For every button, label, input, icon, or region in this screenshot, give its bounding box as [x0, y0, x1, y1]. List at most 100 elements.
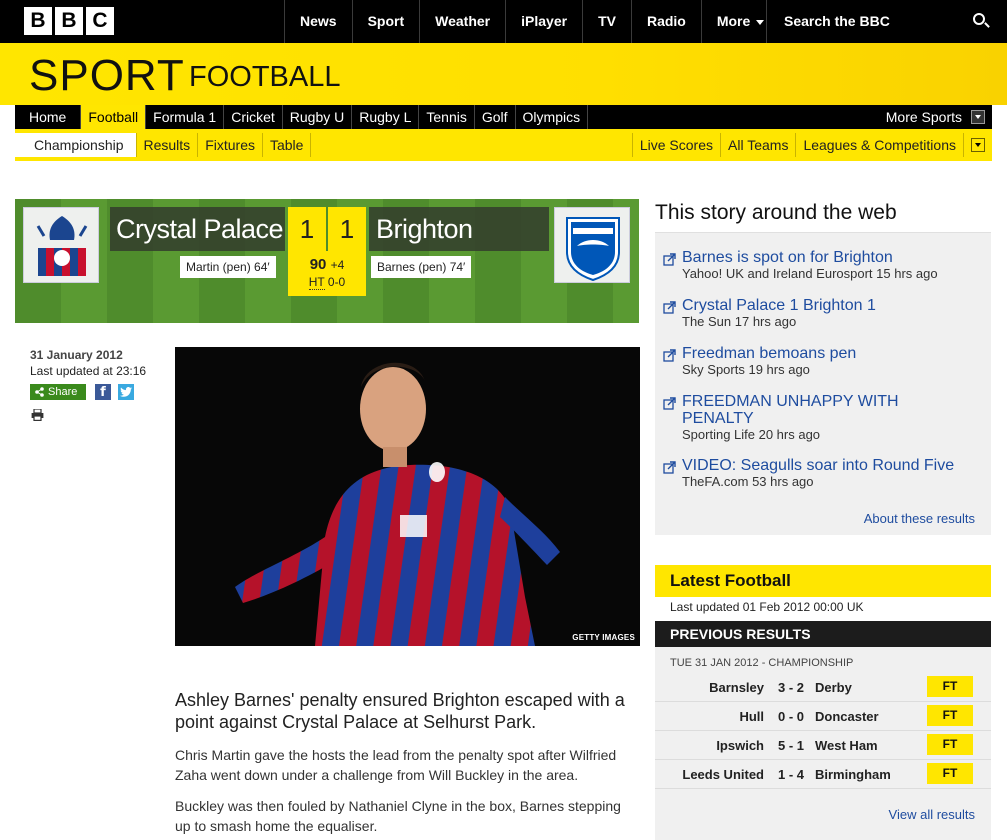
view-all-results-link[interactable]: View all results	[889, 807, 975, 822]
dropdown-arrow-icon[interactable]	[971, 110, 985, 124]
sport-nav-cricket[interactable]: Cricket	[224, 105, 283, 129]
list-item[interactable]: Crystal Palace 1 Brighton 1 The Sun 17 h…	[663, 297, 983, 330]
web-story-link[interactable]: Barnes is spot on for Brighton	[682, 249, 983, 266]
logo-block-3: C	[86, 7, 114, 35]
result-home[interactable]: Barnsley	[709, 680, 764, 695]
sport-nav-olympics[interactable]: Olympics	[516, 105, 589, 129]
subnav-championship[interactable]: Championship	[15, 133, 137, 157]
external-link-icon	[663, 349, 676, 362]
web-story-link[interactable]: FREEDMAN UNHAPPY WITH PENALTY	[682, 393, 922, 427]
nav-radio[interactable]: Radio	[630, 0, 701, 43]
list-item[interactable]: Barnes is spot on for Brighton Yahoo! UK…	[663, 249, 983, 282]
nav-news[interactable]: News	[284, 0, 352, 43]
subnav-live-scores[interactable]: Live Scores	[633, 133, 722, 157]
table-row[interactable]: Barnsley 3 - 2 Derby FT	[655, 673, 991, 702]
about-results-link[interactable]: About these results	[864, 511, 975, 526]
result-score: 0 - 0	[777, 709, 804, 724]
web-stories-title: This story around the web	[655, 201, 897, 224]
nav-iplayer[interactable]: iPlayer	[505, 0, 582, 43]
sport-nav-rugby-league[interactable]: Rugby L	[352, 105, 420, 129]
list-item[interactable]: Freedman bemoans pen Sky Sports 19 hrs a…	[663, 345, 983, 378]
home-scorer: Martin (pen) 64′	[180, 256, 276, 278]
nav-tv[interactable]: TV	[582, 0, 631, 43]
facebook-icon[interactable]: f	[95, 384, 111, 400]
sport-nav-football[interactable]: Football	[81, 105, 147, 129]
nav-weather[interactable]: Weather	[419, 0, 505, 43]
sport-nav-golf[interactable]: Golf	[475, 105, 516, 129]
result-away[interactable]: Doncaster	[815, 709, 879, 724]
share-button[interactable]: Share	[30, 384, 86, 400]
home-team-name[interactable]: Crystal Palace	[110, 207, 285, 251]
web-story-link[interactable]: Freedman bemoans pen	[682, 345, 983, 362]
away-team-name[interactable]: Brighton	[369, 207, 549, 251]
search-placeholder: Search the BBC	[784, 13, 890, 29]
subnav-table[interactable]: Table	[263, 133, 312, 157]
more-sports-label: More Sports	[885, 109, 962, 125]
logo-block-1: B	[24, 7, 52, 35]
competition-heading: TUE 31 JAN 2012 - CHAMPIONSHIP	[670, 657, 854, 669]
match-clock: 90 +4 HT 0-0	[288, 251, 366, 296]
table-row[interactable]: Hull 0 - 0 Doncaster FT	[655, 702, 991, 731]
football-subnav: Championship Results Fixtures Table Live…	[15, 129, 992, 161]
table-row[interactable]: Ipswich 5 - 1 West Ham FT	[655, 731, 991, 760]
sport-nav-formula1[interactable]: Formula 1	[146, 105, 225, 129]
result-score: 5 - 1	[777, 738, 804, 753]
leagues-dropdown-icon[interactable]	[971, 138, 985, 152]
result-home[interactable]: Ipswich	[716, 738, 764, 753]
result-status-badge[interactable]: FT	[927, 734, 973, 755]
previous-results-title: PREVIOUS RESULTS	[655, 621, 991, 647]
top-bar: B B C News Sport Weather iPlayer TV Radi…	[0, 0, 1007, 43]
photo-credit: GETTY IMAGES	[572, 633, 635, 642]
home-crest-icon	[23, 207, 99, 283]
masthead-title[interactable]: SPORT	[29, 51, 185, 101]
away-score: 1	[328, 207, 366, 251]
web-story-source: Yahoo! UK and Ireland Eurosport 15 hrs a…	[682, 266, 938, 281]
sport-nav-tennis[interactable]: Tennis	[419, 105, 475, 129]
result-status-badge[interactable]: FT	[927, 705, 973, 726]
subnav-leagues[interactable]: Leagues & Competitions	[796, 133, 964, 157]
global-nav: News Sport Weather iPlayer TV Radio More	[284, 0, 782, 43]
article-paragraph: Chris Martin gave the hosts the lead fro…	[175, 747, 617, 783]
web-story-source: Sky Sports 19 hrs ago	[682, 362, 810, 377]
article-paragraph: Buckley was then fouled by Nathaniel Cly…	[175, 798, 621, 834]
article-updated: Last updated at 23:16	[30, 364, 147, 378]
web-story-source: Sporting Life 20 hrs ago	[682, 427, 821, 442]
external-link-icon	[663, 301, 676, 314]
list-item[interactable]: VIDEO: Seagulls soar into Round Five The…	[663, 457, 983, 490]
table-row[interactable]: Leeds United 1 - 4 Birmingham FT	[655, 760, 991, 789]
result-home[interactable]: Hull	[739, 709, 764, 724]
search-input[interactable]: Search the BBC	[766, 0, 1007, 43]
added-time: +4	[330, 258, 345, 272]
results-table: TUE 31 JAN 2012 - CHAMPIONSHIP Barnsley …	[655, 647, 991, 840]
result-score: 3 - 2	[777, 680, 804, 695]
web-story-source: The Sun 17 hrs ago	[682, 314, 797, 329]
result-home[interactable]: Leeds United	[682, 767, 764, 782]
web-story-link[interactable]: Crystal Palace 1 Brighton 1	[682, 297, 983, 314]
external-link-icon	[663, 461, 676, 474]
search-icon[interactable]	[973, 13, 985, 25]
bbc-logo[interactable]: B B C	[24, 7, 114, 35]
list-item[interactable]: FREEDMAN UNHAPPY WITH PENALTY Sporting L…	[663, 393, 983, 443]
result-status-badge[interactable]: FT	[927, 676, 973, 697]
result-away[interactable]: Derby	[815, 680, 852, 695]
sport-nav-rugby-union[interactable]: Rugby U	[283, 105, 353, 129]
half-time-label[interactable]: HT	[308, 275, 325, 290]
sport-nav-home[interactable]: Home	[15, 105, 82, 129]
subnav-all-teams[interactable]: All Teams	[721, 133, 797, 157]
share-label: Share	[48, 386, 78, 398]
external-link-icon	[663, 253, 676, 266]
result-away[interactable]: Birmingham	[815, 767, 891, 782]
nav-sport[interactable]: Sport	[351, 0, 420, 43]
subnav-fixtures[interactable]: Fixtures	[198, 133, 263, 157]
subnav-results[interactable]: Results	[137, 133, 199, 157]
result-away[interactable]: West Ham	[815, 738, 878, 753]
result-score: 1 - 4	[777, 767, 804, 782]
latest-updated: Last updated 01 Feb 2012 00:00 UK	[655, 597, 991, 621]
more-sports-button[interactable]: More Sports	[886, 105, 992, 129]
external-link-icon	[663, 397, 676, 410]
print-icon[interactable]	[31, 409, 44, 421]
twitter-icon[interactable]	[118, 384, 134, 400]
result-status-badge[interactable]: FT	[927, 763, 973, 784]
web-story-link[interactable]: VIDEO: Seagulls soar into Round Five	[682, 457, 983, 474]
masthead-section[interactable]: FOOTBALL	[189, 61, 341, 94]
